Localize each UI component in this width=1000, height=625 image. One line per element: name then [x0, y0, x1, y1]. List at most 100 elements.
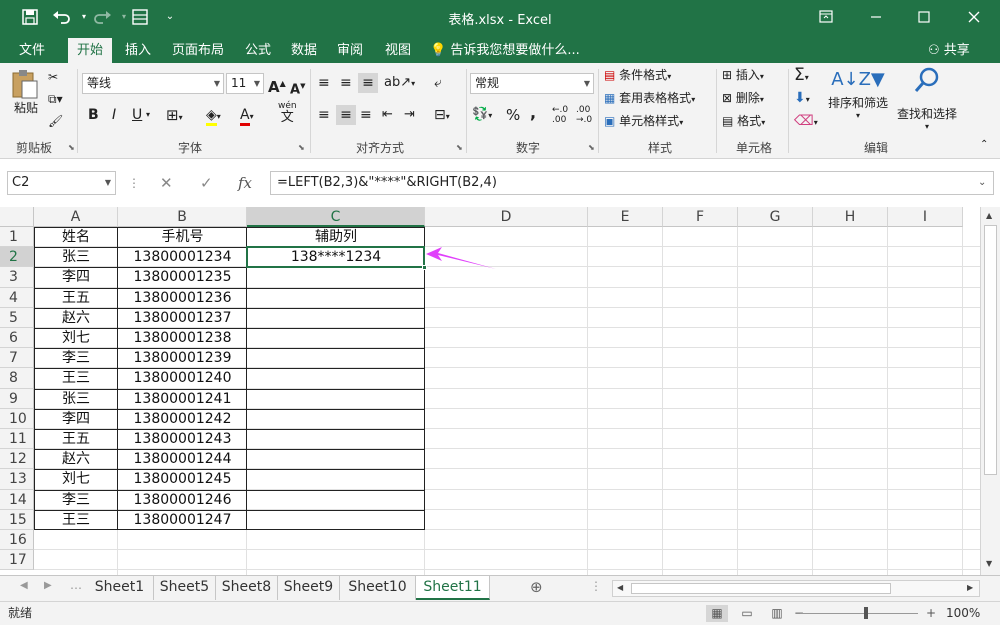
formula-input[interactable]: =LEFT(B2,3)&"****"&RIGHT(B2,4) [270, 171, 994, 195]
tab-review[interactable]: 审阅 [328, 38, 372, 63]
zoom-level[interactable]: 100% [946, 602, 980, 624]
orientation-icon[interactable]: ab↗▾ [384, 73, 415, 94]
row-header-9[interactable]: 9 [0, 388, 34, 409]
align-left-icon[interactable]: ≡ [318, 105, 330, 125]
shrink-font-icon[interactable]: A▼ [290, 76, 305, 100]
font-size-combo[interactable]: 11 ▼ [226, 73, 264, 94]
row-header-12[interactable]: 12 [0, 449, 34, 470]
cell-phone[interactable]: 13800001239 [118, 348, 247, 368]
normal-view-icon[interactable]: ▦ [706, 605, 728, 622]
scroll-right-icon[interactable]: ▶ [44, 580, 52, 591]
cell-helper[interactable]: 辅助列 [247, 227, 425, 247]
cell-helper[interactable] [247, 267, 425, 287]
cell-phone[interactable]: 13800001240 [118, 368, 247, 388]
copy-icon[interactable]: ⧉▾ [48, 89, 63, 109]
fill-icon[interactable]: ⬇▾ [794, 88, 810, 110]
cell-name[interactable]: 姓名 [34, 227, 118, 247]
row-header-13[interactable]: 13 [0, 469, 34, 490]
italic-button[interactable]: I [112, 105, 116, 125]
format-as-table-button[interactable]: ▦ 套用表格格式▾ [604, 88, 695, 110]
chevron-down-icon[interactable]: ▾ [146, 105, 150, 125]
column-header-f[interactable]: F [663, 207, 738, 227]
cell-helper[interactable] [247, 308, 425, 328]
merge-center-icon[interactable]: ⊟▾ [434, 105, 450, 127]
cell-name[interactable]: 张三 [34, 389, 118, 409]
cell-phone[interactable]: 13800001246 [118, 490, 247, 510]
page-layout-view-icon[interactable]: ▭ [736, 605, 758, 622]
tab-view[interactable]: 视图 [376, 38, 420, 63]
column-header-i[interactable]: I [888, 207, 963, 227]
tell-me-search[interactable]: 💡 告诉我您想要做什么... [430, 38, 580, 63]
new-sheet-icon[interactable]: ⊕ [530, 578, 543, 596]
scrollbar-thumb[interactable] [984, 225, 997, 475]
select-all-corner[interactable] [0, 207, 34, 227]
align-middle-icon[interactable]: ≡ [340, 73, 352, 93]
zoom-out-icon[interactable]: − [788, 602, 810, 620]
alignment-launcher-icon[interactable]: ⬊ [456, 143, 463, 152]
cell-helper[interactable] [247, 429, 425, 449]
find-select-button[interactable]: 查找和选择 ▾ [894, 65, 960, 132]
row-header-17[interactable]: 17 [0, 550, 34, 571]
zoom-slider-thumb[interactable] [864, 607, 868, 619]
sheet-tab-sheet1[interactable]: Sheet1 [86, 576, 154, 600]
cell-name[interactable]: 赵六 [34, 308, 118, 328]
increase-indent-icon[interactable]: ⇥ [404, 105, 415, 125]
close-icon[interactable] [962, 6, 986, 28]
cell-name[interactable]: 王五 [34, 288, 118, 308]
cell-name[interactable]: 李四 [34, 267, 118, 287]
cell-phone[interactable]: 13800001236 [118, 288, 247, 308]
cell-helper[interactable] [247, 449, 425, 469]
format-cells-button[interactable]: ▤ 格式▾ [722, 111, 765, 133]
insert-cells-button[interactable]: ⊞ 插入▾ [722, 65, 764, 87]
decrease-decimal-icon[interactable]: .00 →.0 [576, 105, 592, 125]
cell-name[interactable]: 赵六 [34, 449, 118, 469]
sheet-tab-sheet11[interactable]: Sheet11 [416, 576, 490, 600]
minimize-icon[interactable] [864, 6, 888, 28]
enter-icon[interactable]: ✓ [200, 171, 213, 195]
clipboard-launcher-icon[interactable]: ⬊ [68, 143, 75, 152]
sheet-tab-sheet10[interactable]: Sheet10 [340, 576, 416, 600]
column-header-h[interactable]: H [813, 207, 888, 227]
zoom-in-icon[interactable]: + [920, 602, 942, 620]
more-sheets-left-icon[interactable]: … [70, 578, 82, 592]
name-box[interactable]: C2 ▼ [7, 171, 116, 195]
cell-phone[interactable]: 13800001247 [118, 510, 247, 530]
number-launcher-icon[interactable]: ⬊ [588, 143, 595, 152]
scroll-right-arrow-icon[interactable]: ▶ [967, 583, 973, 592]
scroll-up-icon[interactable]: ▲ [986, 211, 992, 220]
font-launcher-icon[interactable]: ⬊ [298, 143, 305, 152]
increase-decimal-icon[interactable]: ←.0.00 [552, 105, 568, 125]
row-header-15[interactable]: 15 [0, 509, 34, 530]
column-header-a[interactable]: A [34, 207, 118, 227]
cell-phone[interactable]: 13800001238 [118, 328, 247, 348]
row-header-6[interactable]: 6 [0, 328, 34, 349]
cell-phone[interactable]: 13800001237 [118, 308, 247, 328]
horizontal-scrollbar[interactable]: ◀ ▶ [612, 580, 980, 597]
tab-formulas[interactable]: 公式 [236, 38, 280, 63]
sheet-tab-sheet9[interactable]: Sheet9 [278, 576, 340, 600]
column-header-c[interactable]: C [247, 207, 425, 227]
scrollbar-thumb[interactable] [631, 583, 891, 594]
cell-helper[interactable] [247, 389, 425, 409]
insert-function-icon[interactable]: fx [238, 171, 252, 195]
vertical-scrollbar[interactable]: ▲ ▼ [980, 207, 1000, 575]
cell-phone[interactable]: 13800001242 [118, 409, 247, 429]
cell-helper[interactable] [247, 490, 425, 510]
column-header-d[interactable]: D [425, 207, 588, 227]
column-header-b[interactable]: B [118, 207, 247, 227]
decrease-indent-icon[interactable]: ⇤ [382, 105, 393, 125]
percent-button[interactable]: % [506, 105, 520, 125]
row-header-16[interactable]: 16 [0, 530, 34, 551]
active-cell-highlight[interactable] [246, 246, 425, 269]
scroll-left-arrow-icon[interactable]: ◀ [617, 583, 623, 592]
ribbon-display-icon[interactable] [814, 6, 838, 28]
row-header-2[interactable]: 2 [0, 247, 34, 268]
maximize-icon[interactable] [912, 6, 936, 28]
column-header-e[interactable]: E [588, 207, 663, 227]
align-bottom-icon[interactable]: ≡ [358, 73, 378, 93]
cell-helper[interactable] [247, 288, 425, 308]
tab-insert[interactable]: 插入 [116, 38, 160, 63]
cell-name[interactable]: 王三 [34, 368, 118, 388]
cell-helper[interactable] [247, 348, 425, 368]
resize-handle-icon[interactable]: ⋮ [128, 171, 140, 195]
